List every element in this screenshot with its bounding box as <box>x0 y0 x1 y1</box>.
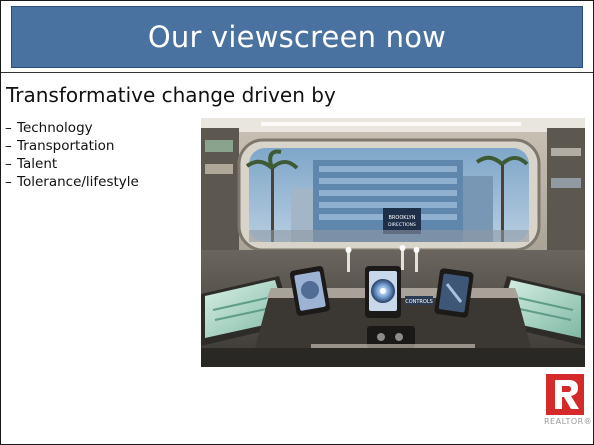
bullet-text: Tolerance/lifestyle <box>17 174 139 190</box>
controls-label: CONTROLS <box>405 299 433 305</box>
slide: Our viewscreen now Transformative change… <box>0 0 594 445</box>
bullet-item: – Tolerance/lifestyle <box>5 173 139 191</box>
realtor-wordmark: REALTOR® <box>544 417 593 426</box>
bullet-dash: – <box>5 156 12 172</box>
slide-subheading: Transformative change driven by <box>6 83 336 107</box>
bullet-text: Technology <box>17 120 93 136</box>
building-sign-text: BROOKLYN <box>389 215 416 221</box>
slide-title: Our viewscreen now <box>147 20 447 54</box>
starship-bridge-illustration: BROOKLYN DIRECTIONS CONTROLS <box>201 118 585 367</box>
bullet-text: Transportation <box>17 138 115 154</box>
ceiling-light <box>261 122 521 126</box>
realtor-r-mark <box>546 374 584 415</box>
title-bar: Our viewscreen now <box>11 6 583 68</box>
bullet-item: – Transportation <box>5 137 139 155</box>
right-tablet <box>434 268 474 318</box>
viewscreen-photo: BROOKLYN DIRECTIONS CONTROLS <box>201 118 585 367</box>
realtor-r-icon <box>546 374 584 415</box>
bullet-text: Talent <box>17 156 58 172</box>
city-building: BROOKLYN DIRECTIONS <box>291 160 493 242</box>
center-tablet <box>365 266 401 318</box>
bullet-item: – Talent <box>5 155 139 173</box>
title-divider <box>1 72 593 73</box>
bullet-dash: – <box>5 120 12 136</box>
bullet-dash: – <box>5 174 12 190</box>
bullet-item: – Technology <box>5 119 139 137</box>
building-sign-text-2: DIRECTIONS <box>388 222 416 228</box>
bullet-list: – Technology – Transportation – Talent – Tol… <box>5 119 139 191</box>
realtor-logo: REALTOR® <box>544 374 593 430</box>
bullet-dash: – <box>5 138 12 154</box>
